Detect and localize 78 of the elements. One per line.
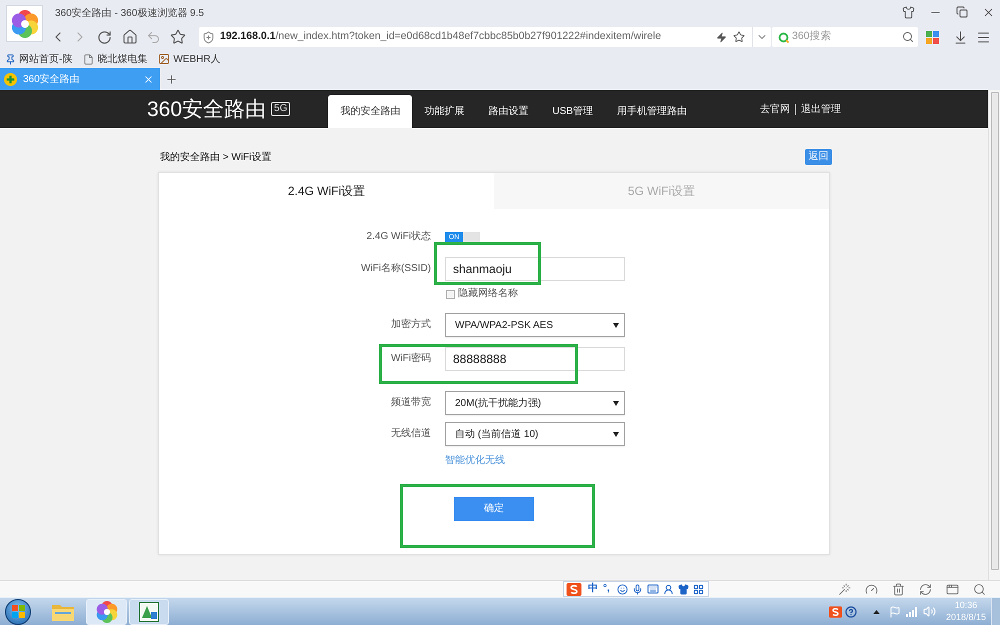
caret-icon (613, 322, 619, 328)
nav-link[interactable]: 退出管理 (801, 102, 841, 116)
url-path: /new_index.htm?token_id=e0d68cd1b48ef7cbbc85b0b27f901222#indexitem/wirele (275, 30, 662, 42)
router-logo: 360安全路由 (147, 98, 266, 120)
trash-icon[interactable] (892, 582, 905, 596)
ime-button[interactable]: °, (603, 584, 610, 594)
up-arrow-icon[interactable] (872, 610, 880, 614)
logo-badge: 5G (271, 102, 290, 116)
breadcrumb: 我的安全路由 > WiFi设置 (160, 150, 272, 164)
search-icon[interactable] (973, 582, 986, 596)
restore-icon[interactable] (956, 6, 968, 18)
dropdown[interactable]: WPA/WPA2-PSK AES (445, 313, 625, 337)
dropdown[interactable]: 20M(抗干扰能力强) (445, 391, 625, 415)
text-input[interactable]: shanmaoju (445, 257, 625, 281)
settings-tab[interactable]: 2.4G WiFi设置 (159, 173, 494, 209)
nav-link[interactable]: 去官网 (760, 102, 790, 116)
field-label: WiFi密码 (391, 353, 431, 365)
address-bar[interactable]: 192.168.0.1/new_index.htm?token_id=e0d68cd1b48ef7cbbc85b0b27f901222#indexitem/wirele (199, 27, 771, 47)
field-label: 无线信道 (391, 428, 431, 440)
bookmark-link[interactable]: 晓北煤电集 (97, 52, 148, 66)
field-label: WiFi名称(SSID) (361, 263, 431, 275)
apps-grid-icon[interactable] (926, 30, 939, 44)
microphone-icon[interactable] (632, 584, 643, 594)
gauge-icon[interactable] (865, 582, 878, 596)
checkbox[interactable] (446, 290, 455, 298)
field-label: 频道带宽 (391, 397, 431, 409)
window-title: 360安全路由 - 360极速浏览器 9.5 (55, 6, 204, 21)
window-icon[interactable] (946, 582, 959, 596)
ime-logo-icon[interactable] (828, 606, 842, 618)
home-icon[interactable] (122, 29, 138, 45)
app-tile-icon (139, 602, 159, 622)
download-icon[interactable] (953, 30, 968, 44)
bookmark-link[interactable]: WEBHR人 (173, 52, 221, 66)
taskbar-button[interactable] (129, 598, 169, 624)
star-icon[interactable] (733, 31, 745, 43)
keyboard-icon[interactable] (646, 583, 659, 595)
nav-tab[interactable]: 功能扩展 (412, 95, 476, 128)
caret-icon (613, 432, 619, 436)
dropdown[interactable]: 自动 (当前信道 10) (445, 422, 625, 446)
lightning-icon[interactable] (716, 32, 727, 42)
start-button[interactable] (5, 598, 31, 624)
field-label: 加密方式 (391, 319, 431, 331)
new-tab-icon[interactable] (165, 72, 178, 86)
circle-plus-icon (4, 72, 17, 86)
ime-button[interactable]: 中 (588, 584, 598, 594)
pinwheel-icon[interactable] (6, 5, 43, 42)
pin-icon (5, 54, 16, 64)
nav-tab[interactable]: USB管理 (540, 95, 605, 128)
taskbar-button[interactable] (86, 598, 127, 624)
bookmark-link[interactable]: 网站首页-陕 (19, 52, 72, 66)
help-icon[interactable] (844, 606, 857, 618)
smiley-icon[interactable] (616, 584, 628, 594)
windows-logo-icon (12, 605, 24, 618)
nav-tab[interactable]: 用手机管理路由 (604, 95, 699, 128)
shield-icon (202, 30, 215, 44)
nav-tab[interactable]: 我的安全路由 (328, 95, 412, 128)
star-icon[interactable] (170, 29, 186, 45)
checkbox-label: 隐藏网络名称 (458, 288, 518, 300)
scrollbar-thumb[interactable] (990, 92, 998, 570)
menu-icon[interactable] (976, 30, 991, 44)
search-icon[interactable] (902, 31, 914, 43)
caret-icon (613, 400, 619, 406)
ime-logo-icon[interactable] (566, 582, 582, 596)
text-input[interactable]: 88888888 (445, 347, 625, 371)
page-icon (83, 54, 94, 64)
refresh-icon[interactable] (919, 582, 932, 596)
ring-icon (778, 32, 789, 42)
refresh-icon[interactable] (97, 30, 112, 44)
grid-icon[interactable] (692, 584, 704, 594)
close-tab-icon[interactable] (143, 74, 154, 84)
user-icon[interactable] (662, 584, 674, 594)
shirt-icon[interactable] (902, 6, 915, 18)
shirt-icon[interactable] (678, 584, 689, 594)
wand-icon[interactable] (838, 582, 851, 596)
nav-tab[interactable]: 路由设置 (476, 95, 540, 128)
url-host: 192.168.0.1 (220, 30, 276, 42)
field-label: 2.4G WiFi状态 (366, 231, 431, 243)
image-icon (158, 53, 170, 65)
